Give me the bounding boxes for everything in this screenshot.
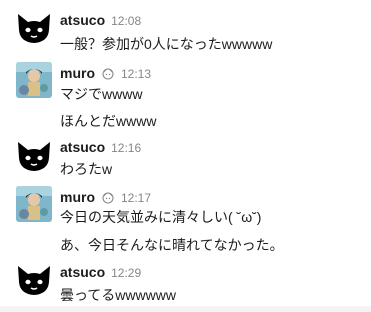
message-text: 一般？参加が0人になったwwwww <box>60 36 273 52</box>
bottom-divider <box>0 306 371 312</box>
message-text: 曇ってるwwwwww <box>60 287 176 303</box>
message-text: わろたw <box>60 161 113 177</box>
timestamp[interactable]: 12:13 <box>121 67 151 81</box>
photo-avatar[interactable] <box>16 62 52 98</box>
emoji-status-icon[interactable] <box>101 66 115 80</box>
black-cat-icon[interactable] <box>16 138 52 174</box>
timestamp[interactable]: 12:17 <box>121 191 151 205</box>
timestamp[interactable]: 12:08 <box>111 14 141 28</box>
message-text: ほんとだwwww <box>60 113 157 129</box>
message-text: 今日の天気並みに清々しい( ˘ω˘) <box>60 209 262 225</box>
timestamp[interactable]: 12:16 <box>111 141 141 155</box>
message-text: マジでwwww <box>60 86 143 102</box>
message-header: muro 12:13 <box>60 64 151 81</box>
user-name[interactable]: muro <box>60 189 95 205</box>
user-name[interactable]: muro <box>60 65 95 81</box>
user-name[interactable]: atsuco <box>60 12 105 28</box>
user-name[interactable]: atsuco <box>60 139 105 155</box>
message-header: atsuco 12:29 <box>60 264 141 280</box>
timestamp[interactable]: 12:29 <box>111 266 141 280</box>
black-cat-icon[interactable] <box>16 10 52 46</box>
message-text: あ、今日そんなに晴れてなかった。 <box>60 237 284 253</box>
message-header: muro 12:17 <box>60 188 151 205</box>
emoji-status-icon[interactable] <box>101 190 115 204</box>
user-name[interactable]: atsuco <box>60 264 105 280</box>
message-header: atsuco 12:16 <box>60 139 141 155</box>
photo-avatar[interactable] <box>16 186 52 222</box>
black-cat-icon[interactable] <box>16 262 52 298</box>
message-header: atsuco 12:08 <box>60 12 141 28</box>
